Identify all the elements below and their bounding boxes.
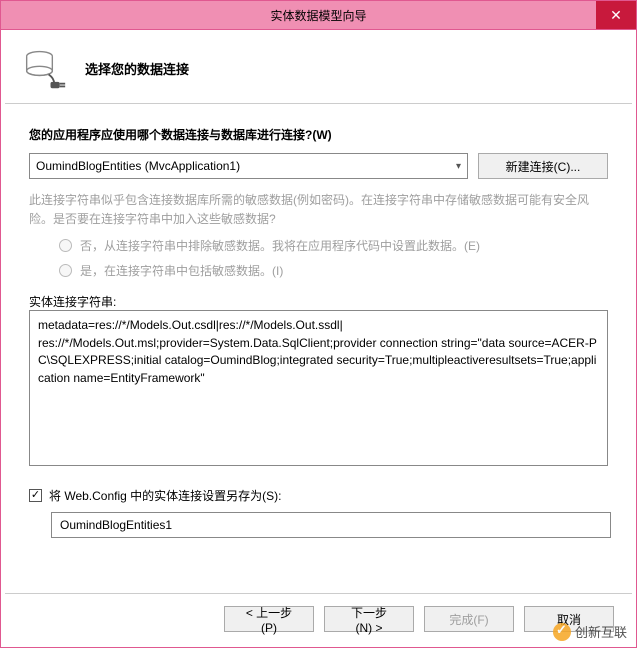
connection-prompt: 您的应用程序应使用哪个数据连接与数据库进行连接?(W) (29, 126, 608, 143)
close-button[interactable]: ✕ (596, 1, 636, 29)
wizard-header: 选择您的数据连接 (5, 34, 632, 104)
connection-string-textarea[interactable] (29, 310, 608, 466)
radio-icon (59, 264, 72, 277)
finish-button: 完成(F) (424, 606, 514, 632)
save-config-label: 将 Web.Config 中的实体连接设置另存为(S): (49, 487, 281, 504)
titlebar: 实体数据模型向导 ✕ (0, 0, 637, 30)
next-button[interactable]: 下一步(N) > (324, 606, 414, 632)
new-connection-button[interactable]: 新建连接(C)... (478, 153, 608, 179)
database-plug-icon (23, 47, 67, 91)
close-icon: ✕ (610, 7, 622, 24)
sensitive-data-warning: 此连接字符串似乎包含连接数据库所需的敏感数据(例如密码)。在连接字符串中存储敏感… (29, 191, 608, 229)
sensitive-data-radio-group: 否，从连接字符串中排除敏感数据。我将在应用程序代码中设置此数据。(E) 是，在连… (29, 237, 608, 279)
save-config-name-input[interactable] (51, 512, 611, 538)
cancel-button[interactable]: 取消 (524, 606, 614, 632)
radio-include-label: 是，在连接字符串中包括敏感数据。(I) (80, 262, 283, 279)
connection-combobox[interactable]: OumindBlogEntities (MvcApplication1) ▾ (29, 153, 468, 179)
radio-icon (59, 239, 72, 252)
chevron-down-icon: ▾ (456, 161, 461, 172)
wizard-footer: < 上一步(P) 下一步(N) > 完成(F) 取消 (5, 593, 632, 644)
wizard-step-title: 选择您的数据连接 (85, 59, 189, 78)
connection-string-label: 实体连接字符串: (29, 295, 116, 309)
connection-selected: OumindBlogEntities (MvcApplication1) (36, 159, 240, 173)
save-config-checkbox[interactable]: ✓ (29, 489, 42, 502)
radio-include-sensitive: 是，在连接字符串中包括敏感数据。(I) (59, 262, 608, 279)
radio-exclude-sensitive: 否，从连接字符串中排除敏感数据。我将在应用程序代码中设置此数据。(E) (59, 237, 608, 254)
radio-exclude-label: 否，从连接字符串中排除敏感数据。我将在应用程序代码中设置此数据。(E) (80, 237, 480, 254)
previous-button[interactable]: < 上一步(P) (224, 606, 314, 632)
window-title: 实体数据模型向导 (270, 7, 366, 24)
dialog-body: 选择您的数据连接 您的应用程序应使用哪个数据连接与数据库进行连接?(W) Oum… (0, 30, 637, 648)
